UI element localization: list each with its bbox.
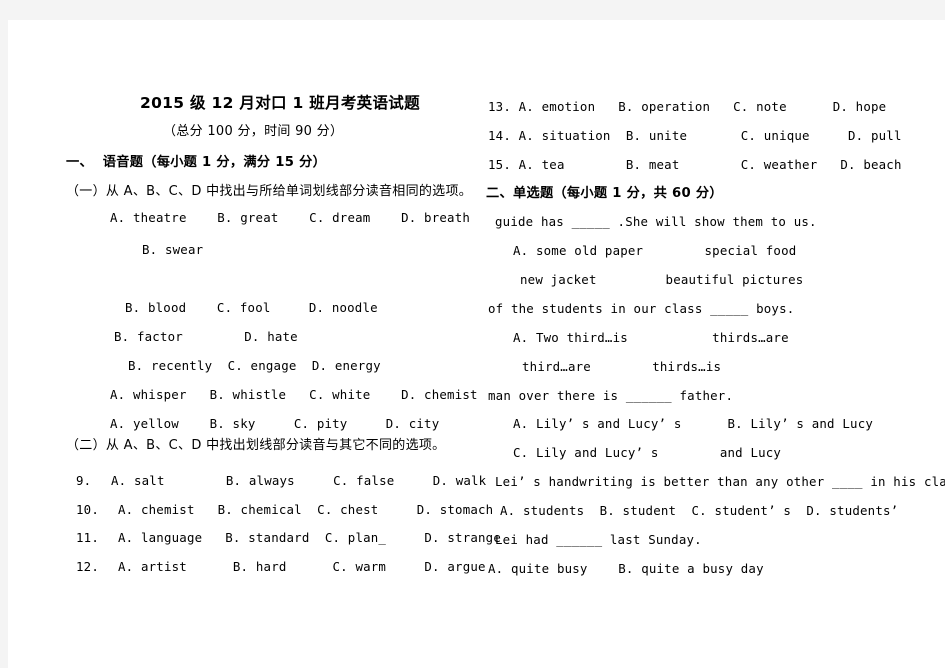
question-options: A. some old paper special food xyxy=(513,243,797,258)
question-line: A. theatre B. great C. dream D. breath xyxy=(110,210,471,225)
question-stem: of the students in our class _____ boys. xyxy=(488,301,795,316)
question-stem: Lei’ s handwriting is better than any ot… xyxy=(495,474,945,489)
question-line: 14. A. situation B. unite C. unique D. p… xyxy=(488,128,902,143)
question-number: 12. xyxy=(76,559,99,574)
question-line: A. whisper B. whistle C. white D. chemis… xyxy=(110,387,478,402)
section-one-heading: 一、 语音题（每小题 1 分，满分 15 分） xyxy=(66,155,327,170)
question-line: 13. A. emotion B. operation C. note D. h… xyxy=(488,99,887,114)
question-line: A. salt B. always C. false D. walk xyxy=(111,473,487,488)
question-line: B. swear xyxy=(142,242,204,257)
question-line: A. yellow B. sky C. pity D. city xyxy=(110,416,440,431)
question-line: B. factor D. hate xyxy=(114,329,298,344)
question-line: A. language B. standard C. plan_ D. stra… xyxy=(118,530,501,545)
page-chrome-left-strip xyxy=(0,0,8,668)
question-line: B. blood C. fool D. noodle xyxy=(125,300,378,315)
question-options: A. Two third…is thirds…are xyxy=(513,330,789,345)
question-number: 11. xyxy=(76,530,99,545)
question-line: 15. A. tea B. meat C. weather D. beach xyxy=(488,157,902,172)
question-options: new jacket beautiful pictures xyxy=(520,272,804,287)
section-two-heading: 二、单选题（每小题 1 分，共 60 分） xyxy=(486,186,723,201)
question-options: A. quite busy B. quite a busy day xyxy=(488,561,764,576)
question-line: A. artist B. hard C. warm D. argue xyxy=(118,559,486,574)
question-line: A. chemist B. chemical C. chest D. stoma… xyxy=(118,502,494,517)
section-one-part-a-instruction: （一）从 A、B、C、D 中找出与所给单词划线部分读音相同的选项。 xyxy=(66,184,473,199)
question-stem: man over there is ______ father. xyxy=(488,388,734,403)
question-options: A. Lily’ s and Lucy’ s B. Lily’ s and Lu… xyxy=(513,416,874,431)
page-chrome-top-strip xyxy=(0,0,945,20)
question-stem: guide has _____ .She will show them to u… xyxy=(495,214,817,229)
question-number: 10. xyxy=(76,502,99,517)
question-options: third…are thirds…is xyxy=(522,359,722,374)
page-title: 2015 级 12 月对口 1 班月考英语试题 xyxy=(140,94,420,112)
question-number: 9. xyxy=(76,473,92,488)
section-one-part-b-instruction: （二）从 A、B、C、D 中找出划线部分读音与其它不同的选项。 xyxy=(66,438,446,453)
page-subtitle: （总分 100 分，时间 90 分） xyxy=(163,124,344,139)
question-options: C. Lily and Lucy’ s and Lucy xyxy=(513,445,782,460)
question-options: A. students B. student C. student’ s D. … xyxy=(500,503,899,518)
question-stem: Lei had ______ last Sunday. xyxy=(495,532,702,547)
exam-paper-page: 2015 级 12 月对口 1 班月考英语试题 （总分 100 分，时间 90 … xyxy=(8,20,945,668)
question-line: B. recently C. engage D. energy xyxy=(128,358,381,373)
